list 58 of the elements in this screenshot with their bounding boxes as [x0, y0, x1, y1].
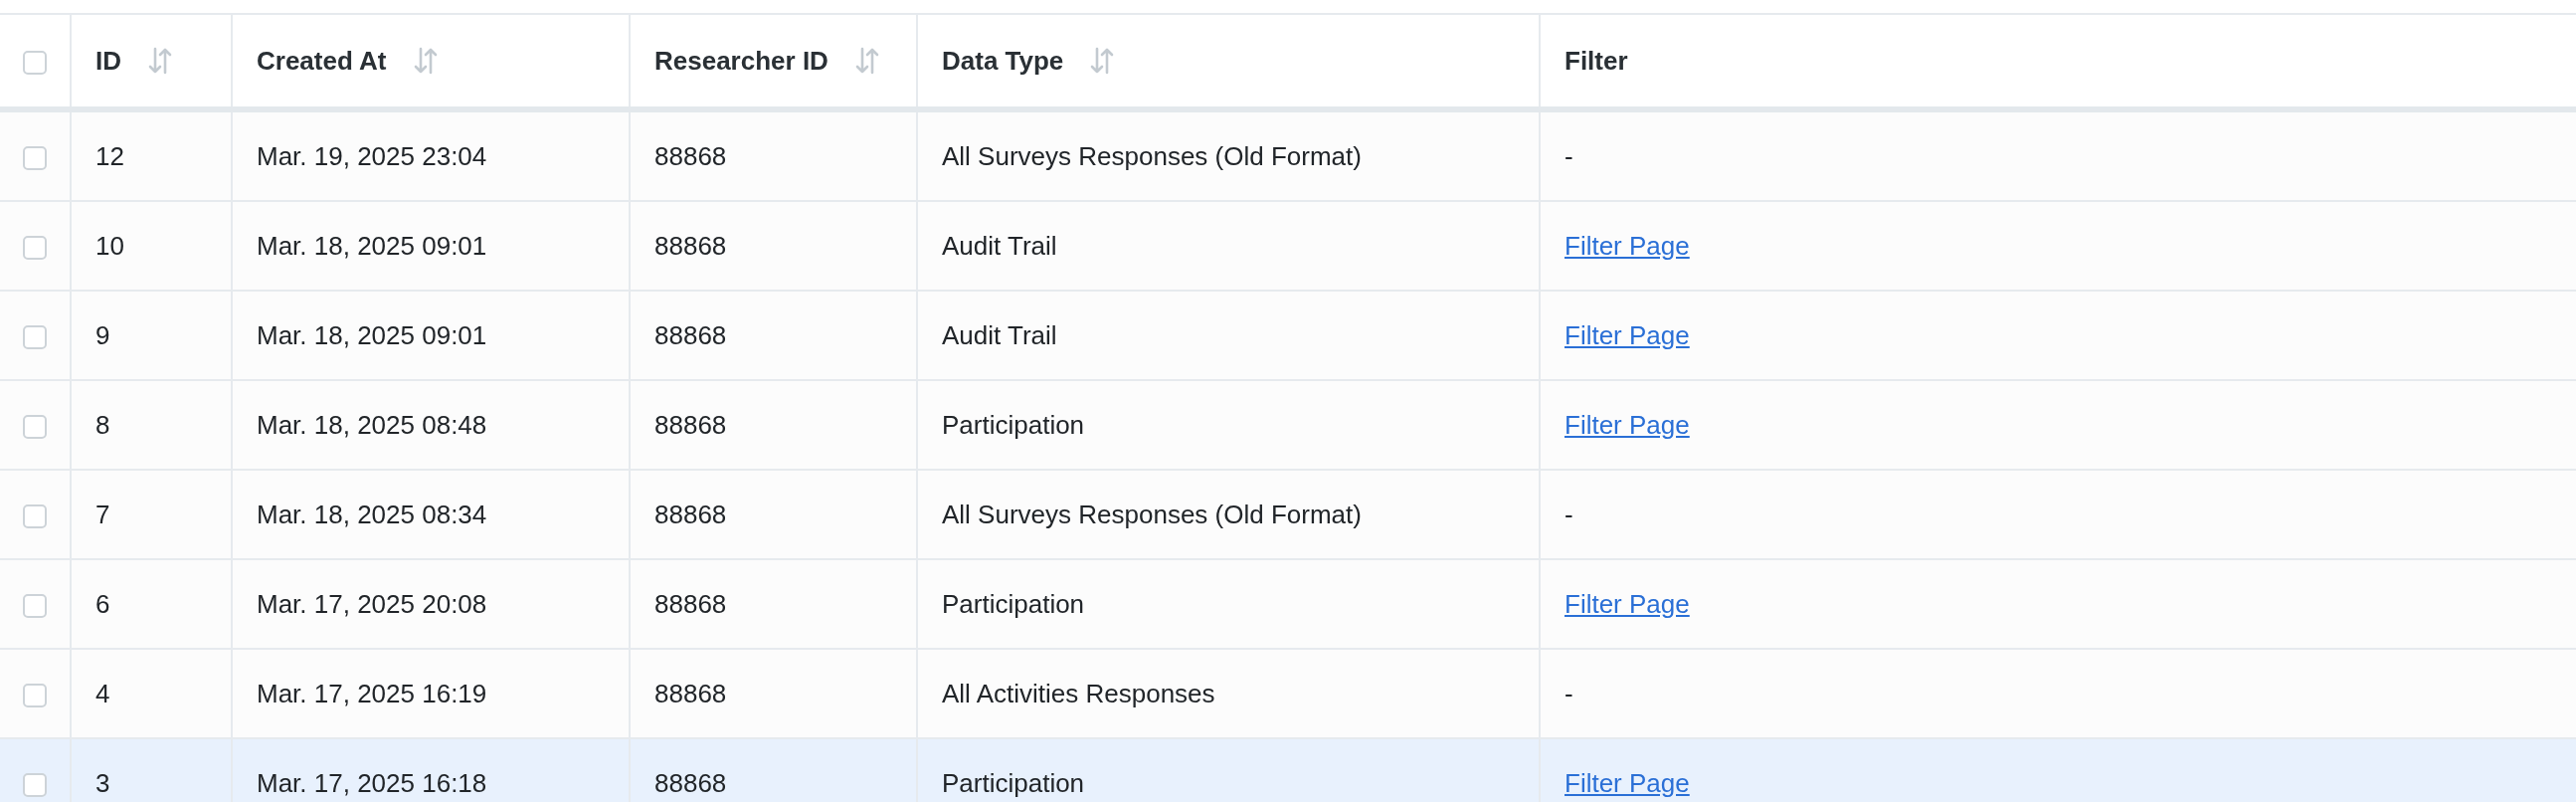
- table-cell: Mar. 18, 2025 08:34: [257, 499, 487, 529]
- table-cell: 88868: [654, 230, 727, 261]
- row-checkbox[interactable]: [23, 683, 47, 707]
- table-cell: 10: [95, 230, 124, 261]
- table-cell: 88868: [654, 678, 727, 708]
- table-cell: Mar. 18, 2025 09:01: [257, 319, 487, 350]
- filter-page-link[interactable]: Filter Page: [1564, 588, 1690, 619]
- row-checkbox[interactable]: [23, 503, 47, 528]
- row-checkbox[interactable]: [23, 593, 47, 618]
- table-cell: Participation: [942, 588, 1085, 619]
- table-cell: -: [1564, 678, 1573, 708]
- sort-icon[interactable]: [147, 46, 173, 76]
- table-cell: Mar. 18, 2025 08:48: [257, 409, 487, 440]
- row-checkbox[interactable]: [23, 772, 47, 797]
- column-header[interactable]: Created At: [257, 45, 387, 77]
- row-checkbox[interactable]: [23, 414, 47, 439]
- table-cell: 3: [95, 767, 110, 798]
- table-cell: Mar. 17, 2025 16:19: [257, 678, 487, 708]
- column-header[interactable]: Researcher ID: [654, 45, 828, 77]
- table-cell: All Surveys Responses (Old Format): [942, 140, 1362, 171]
- column-header[interactable]: ID: [95, 45, 121, 77]
- table-cell: Mar. 17, 2025 16:18: [257, 767, 487, 798]
- column-header[interactable]: Data Type: [942, 45, 1064, 77]
- table-cell: 88868: [654, 140, 727, 171]
- filter-page-link[interactable]: Filter Page: [1564, 319, 1690, 350]
- table-cell: -: [1564, 499, 1573, 529]
- row-checkbox[interactable]: [23, 235, 47, 260]
- filter-page-link[interactable]: Filter Page: [1564, 767, 1690, 798]
- table-cell: Participation: [942, 409, 1085, 440]
- table-cell: -: [1564, 140, 1573, 171]
- row-checkbox[interactable]: [23, 145, 47, 170]
- table-cell: 9: [95, 319, 110, 350]
- filter-page-link[interactable]: Filter Page: [1564, 409, 1690, 440]
- table-cell: 88868: [654, 319, 727, 350]
- table-cell: Mar. 18, 2025 09:01: [257, 230, 487, 261]
- table-cell: All Surveys Responses (Old Format): [942, 499, 1362, 529]
- table-cell: 88868: [654, 588, 727, 619]
- table-cell: 88868: [654, 409, 727, 440]
- table-cell: 6: [95, 588, 110, 619]
- column-header: Filter: [1564, 45, 1628, 77]
- table-cell: Audit Trail: [942, 319, 1057, 350]
- table-cell: 8: [95, 409, 110, 440]
- select-all-checkbox[interactable]: [23, 50, 47, 75]
- table-cell: Participation: [942, 767, 1085, 798]
- sort-icon[interactable]: [1089, 46, 1116, 76]
- table-cell: 12: [95, 140, 124, 171]
- table-cell: Mar. 19, 2025 23:04: [257, 140, 487, 171]
- table-cell: Mar. 17, 2025 20:08: [257, 588, 487, 619]
- filter-page-link[interactable]: Filter Page: [1564, 230, 1690, 261]
- table-cell: 4: [95, 678, 110, 708]
- table-cell: 7: [95, 499, 110, 529]
- table-cell: 88868: [654, 499, 727, 529]
- table-cell: Audit Trail: [942, 230, 1057, 261]
- sort-icon[interactable]: [853, 46, 880, 76]
- row-checkbox[interactable]: [23, 324, 47, 349]
- sort-icon[interactable]: [412, 46, 439, 76]
- table-cell: All Activities Responses: [942, 678, 1215, 708]
- table-cell: 88868: [654, 767, 727, 798]
